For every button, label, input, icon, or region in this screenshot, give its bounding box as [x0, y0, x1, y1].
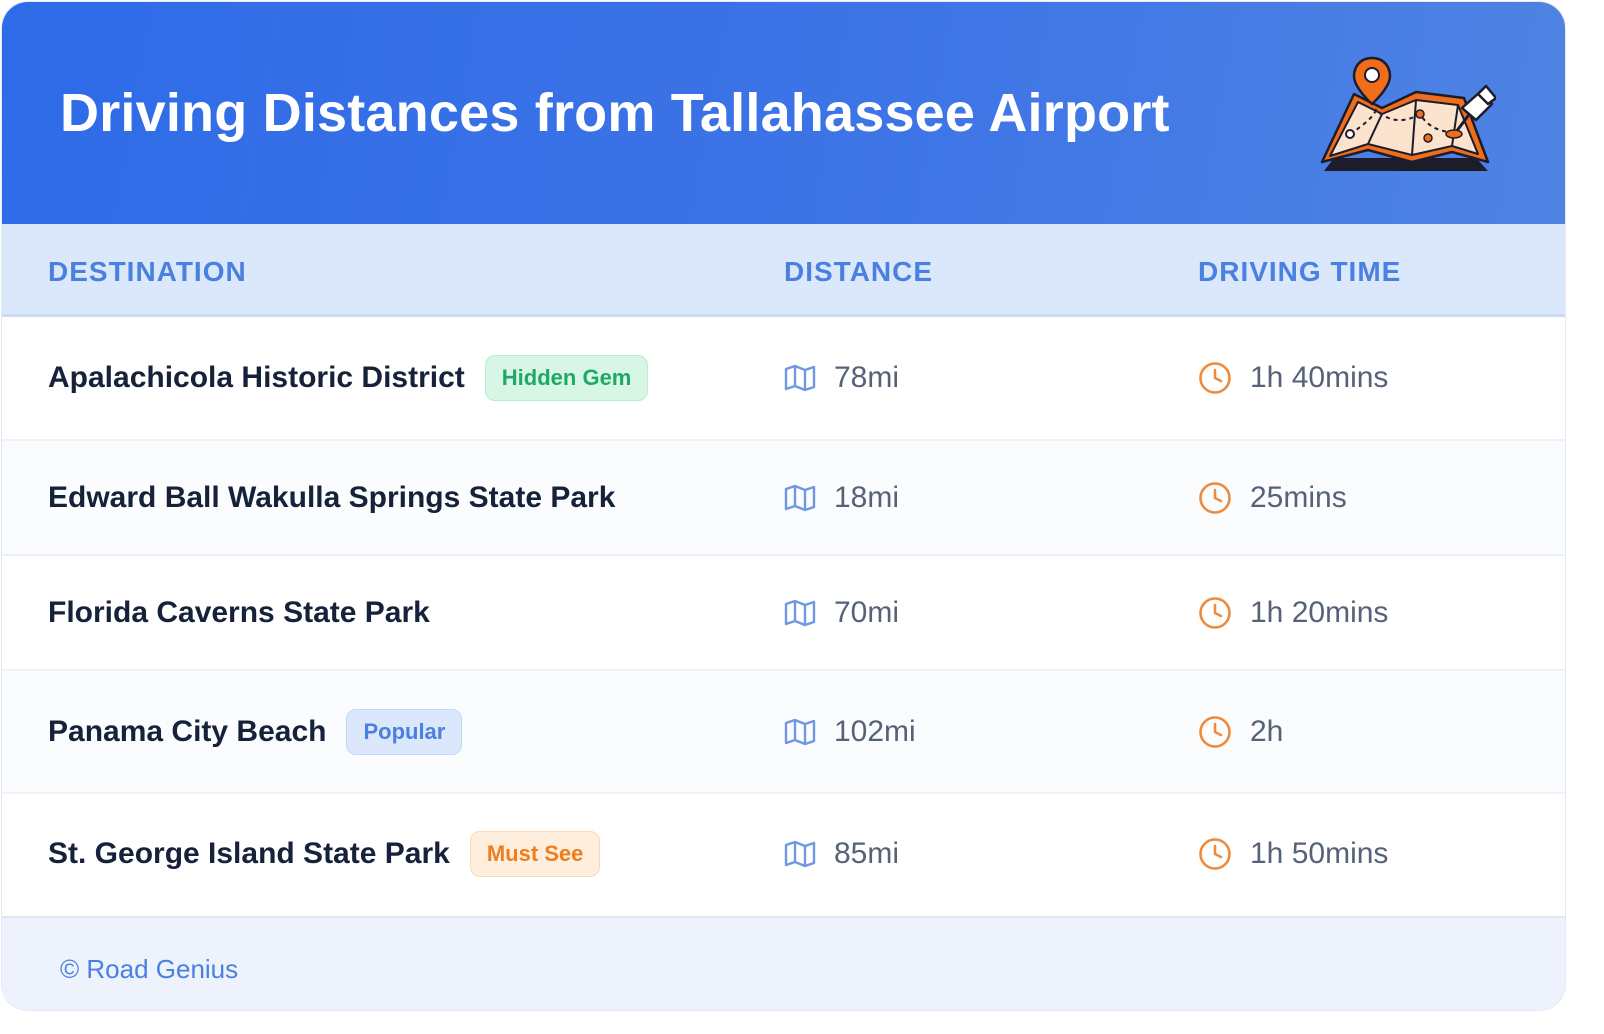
map-icon	[784, 484, 816, 512]
card-header: Driving Distances from Tallahassee Airpo…	[2, 2, 1565, 224]
destination-cell: Edward Ball Wakulla Springs State Park	[48, 481, 615, 515]
distance-cell: 85mi	[784, 837, 899, 871]
distance-value: 102mi	[834, 714, 916, 748]
destination-cell: Florida Caverns State Park	[48, 596, 430, 630]
driving-time-cell: 1h 20mins	[1198, 596, 1388, 630]
distance-value: 85mi	[834, 837, 900, 870]
driving-time-value: 1h 40mins	[1250, 361, 1389, 394]
map-icon	[784, 599, 816, 627]
copyright-text: © Road Genius	[60, 954, 239, 984]
distance-cell: 70mi	[784, 596, 899, 630]
table-row: Panama City Beach Popular 102mi 2h	[2, 671, 1565, 794]
driving-time-cell: 25mins	[1198, 481, 1347, 515]
destination-name: Panama City Beach	[48, 714, 327, 748]
driving-time-cell: 2h	[1198, 715, 1283, 749]
hidden-gem-badge: Hidden Gem	[484, 355, 649, 401]
clock-icon	[1198, 837, 1232, 871]
destination-cell: Apalachicola Historic District Hidden Ge…	[48, 355, 649, 401]
must-see-badge: Must See	[469, 831, 601, 877]
map-icon	[784, 364, 816, 392]
clock-icon	[1198, 481, 1232, 515]
destination-cell: St. George Island State Park Must See	[48, 831, 601, 877]
distance-cell: 102mi	[784, 715, 916, 749]
distance-value: 70mi	[834, 595, 900, 629]
card-footer: © Road Genius	[2, 916, 1565, 1010]
table-row: Edward Ball Wakulla Springs State Park 1…	[2, 441, 1565, 556]
driving-time-cell: 1h 40mins	[1198, 361, 1388, 395]
clock-icon	[1198, 715, 1232, 749]
destination-name: Edward Ball Wakulla Springs State Park	[48, 480, 616, 514]
distance-card: Driving Distances from Tallahassee Airpo…	[2, 2, 1565, 1010]
clock-icon	[1198, 596, 1232, 630]
popular-badge: Popular	[346, 708, 463, 755]
destination-name: Apalachicola Historic District	[48, 361, 465, 394]
table-row: St. George Island State Park Must See 85…	[2, 794, 1565, 914]
destination-cell: Panama City Beach Popular	[48, 708, 463, 755]
clock-icon	[1198, 361, 1232, 395]
table-row: Apalachicola Historic District Hidden Ge…	[2, 317, 1565, 441]
folded-map-with-pins-icon	[1316, 54, 1498, 179]
destination-name: Florida Caverns State Park	[48, 595, 430, 629]
column-header-driving-time: DRIVING TIME	[1198, 256, 1402, 287]
page-title: Driving Distances from Tallahassee Airpo…	[60, 83, 1170, 143]
driving-time-value: 1h 20mins	[1250, 595, 1389, 629]
driving-time-cell: 1h 50mins	[1198, 837, 1388, 871]
column-header-distance: DISTANCE	[784, 256, 934, 287]
driving-time-value: 1h 50mins	[1250, 837, 1389, 870]
distance-cell: 18mi	[784, 481, 899, 515]
destination-name: St. George Island State Park	[48, 837, 450, 870]
driving-time-value: 25mins	[1250, 480, 1347, 514]
driving-time-value: 2h	[1250, 714, 1284, 748]
distance-value: 18mi	[834, 480, 900, 514]
distance-cell: 78mi	[784, 361, 899, 395]
map-icon	[784, 718, 816, 746]
map-icon	[784, 840, 816, 868]
table-row: Florida Caverns State Park 70mi 1h 20min…	[2, 556, 1565, 671]
distance-value: 78mi	[834, 361, 900, 394]
table-header: DESTINATION DISTANCE DRIVING TIME	[2, 224, 1565, 317]
column-header-destination: DESTINATION	[48, 256, 247, 287]
